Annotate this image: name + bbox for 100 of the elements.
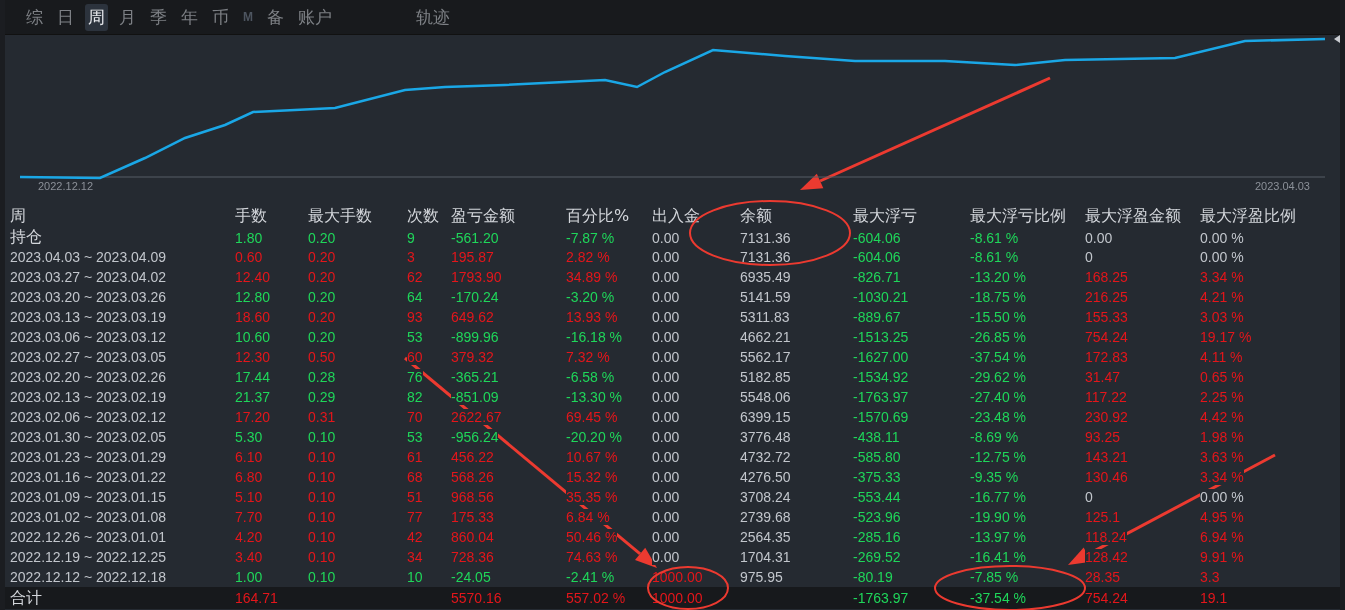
table-cell: 1.00	[235, 569, 263, 585]
table-cell: 18.60	[235, 309, 271, 325]
table-cell: -851.09	[451, 389, 499, 405]
table-cell: 34	[407, 549, 423, 565]
table-cell: 3776.48	[740, 429, 791, 445]
tab[interactable]: 日	[54, 3, 77, 31]
row-label: 2023.02.20 ~ 2023.02.26	[10, 369, 167, 385]
table-cell: 62	[407, 269, 423, 285]
column-header: 手数	[235, 206, 267, 227]
table-cell: 125.1	[1085, 509, 1121, 525]
table-cell: 0.00	[652, 349, 680, 365]
table-cell: -826.71	[853, 269, 901, 285]
column-header: 最大浮亏比例	[970, 206, 1066, 227]
table-cell: 230.92	[1085, 409, 1128, 425]
table-cell: 0.10	[308, 489, 336, 505]
table-cell: -24.05	[451, 569, 491, 585]
table-cell: 4.21 %	[1200, 289, 1244, 305]
tab[interactable]: 备	[264, 3, 287, 31]
table-cell: 2622.67	[451, 409, 502, 425]
table-cell: -285.16	[853, 529, 901, 545]
table-cell: 557.02 %	[566, 590, 626, 606]
table-cell: 0.00	[652, 269, 680, 285]
table-cell: 456.22	[451, 449, 494, 465]
table-cell: 19.1	[1200, 590, 1228, 606]
table-cell: -3.20 %	[566, 289, 615, 305]
tab[interactable]: 综	[23, 3, 46, 31]
table-cell: 130.46	[1085, 469, 1128, 485]
table-cell: 168.25	[1085, 269, 1128, 285]
table-cell: 4276.50	[740, 469, 791, 485]
table-cell: 0.10	[308, 549, 336, 565]
table-cell: 5.10	[235, 489, 263, 505]
table-cell: 9.91 %	[1200, 549, 1244, 565]
table-cell: 61	[407, 449, 423, 465]
column-header: 最大浮盈比例	[1200, 206, 1296, 227]
table-cell: 53	[407, 429, 423, 445]
table-cell: 3.63 %	[1200, 449, 1244, 465]
row-label: 2023.02.27 ~ 2023.03.05	[10, 349, 167, 365]
table-cell: 0.00	[652, 309, 680, 325]
table-cell: 12.30	[235, 349, 271, 365]
column-header: 次数	[407, 206, 439, 227]
axis-date: 2023.04.03	[1254, 180, 1310, 192]
table-cell: 0.00	[652, 289, 680, 305]
table-cell: 754.24	[1085, 329, 1128, 345]
tab[interactable]: 币	[209, 3, 232, 31]
table-cell: 3.40	[235, 549, 263, 565]
table-cell: 82	[407, 389, 423, 405]
table-cell: -899.96	[451, 329, 499, 345]
table-cell: 0.00	[652, 389, 680, 405]
table-cell: 93	[407, 309, 423, 325]
table-cell: -553.44	[853, 489, 901, 505]
table-cell: 12.40	[235, 269, 271, 285]
tab[interactable]: 季	[147, 3, 170, 31]
table-cell: 0	[1085, 489, 1093, 505]
table-cell: 216.25	[1085, 289, 1128, 305]
table-cell: 17.44	[235, 369, 271, 385]
table-cell: 0.50	[308, 349, 336, 365]
table-cell: -1627.00	[853, 349, 909, 365]
tab[interactable]: 周	[85, 3, 108, 31]
table-cell: -16.41 %	[970, 549, 1027, 565]
table-cell: -7.85 %	[970, 569, 1019, 585]
table-cell: 568.26	[451, 469, 494, 485]
tab[interactable]: 年	[178, 3, 201, 31]
table-cell: 2.82 %	[566, 249, 610, 265]
table-cell: 128.42	[1085, 549, 1128, 565]
table-cell: 28.35	[1085, 569, 1121, 585]
table-cell: 5548.06	[740, 389, 791, 405]
table-cell: 0.20	[308, 309, 336, 325]
table-cell: 69.45 %	[566, 409, 618, 425]
table-cell: 0	[1085, 249, 1093, 265]
table-cell: 968.56	[451, 489, 494, 505]
table-cell: 1704.31	[740, 549, 791, 565]
tab[interactable]: 月	[116, 3, 139, 31]
row-label: 2023.04.03 ~ 2023.04.09	[10, 249, 167, 265]
table-cell: 74.63 %	[566, 549, 618, 565]
row-label: 2023.01.02 ~ 2023.01.08	[10, 509, 167, 525]
table-cell: 175.33	[451, 509, 494, 525]
table-cell: 6.94 %	[1200, 529, 1244, 545]
table-cell: 0.00	[652, 409, 680, 425]
row-label: 持仓	[10, 227, 42, 248]
table-cell: 0.65 %	[1200, 369, 1244, 385]
table-cell: -27.40 %	[970, 389, 1027, 405]
tab[interactable]: 轨迹	[413, 3, 453, 31]
table-cell: 728.36	[451, 549, 494, 565]
table-cell: -585.80	[853, 449, 901, 465]
table-cell: -1513.25	[853, 329, 909, 345]
table-cell: -29.62 %	[970, 369, 1027, 385]
table-cell: 4.11 %	[1200, 349, 1243, 365]
tab[interactable]: M	[240, 8, 256, 26]
table-cell: -6.58 %	[566, 369, 615, 385]
table-cell: 0.20	[308, 289, 336, 305]
table-cell: 12.80	[235, 289, 271, 305]
tab[interactable]: 账户	[295, 3, 335, 31]
column-header: 余额	[740, 206, 772, 227]
table-cell: 15.32 %	[566, 469, 618, 485]
table-cell: 649.62	[451, 309, 494, 325]
table-cell: 0.31	[308, 409, 336, 425]
row-label: 2023.01.09 ~ 2023.01.15	[10, 489, 167, 505]
table-cell: -37.54 %	[970, 590, 1027, 606]
table-cell: 51	[407, 489, 423, 505]
table-cell: 0.20	[308, 329, 336, 345]
